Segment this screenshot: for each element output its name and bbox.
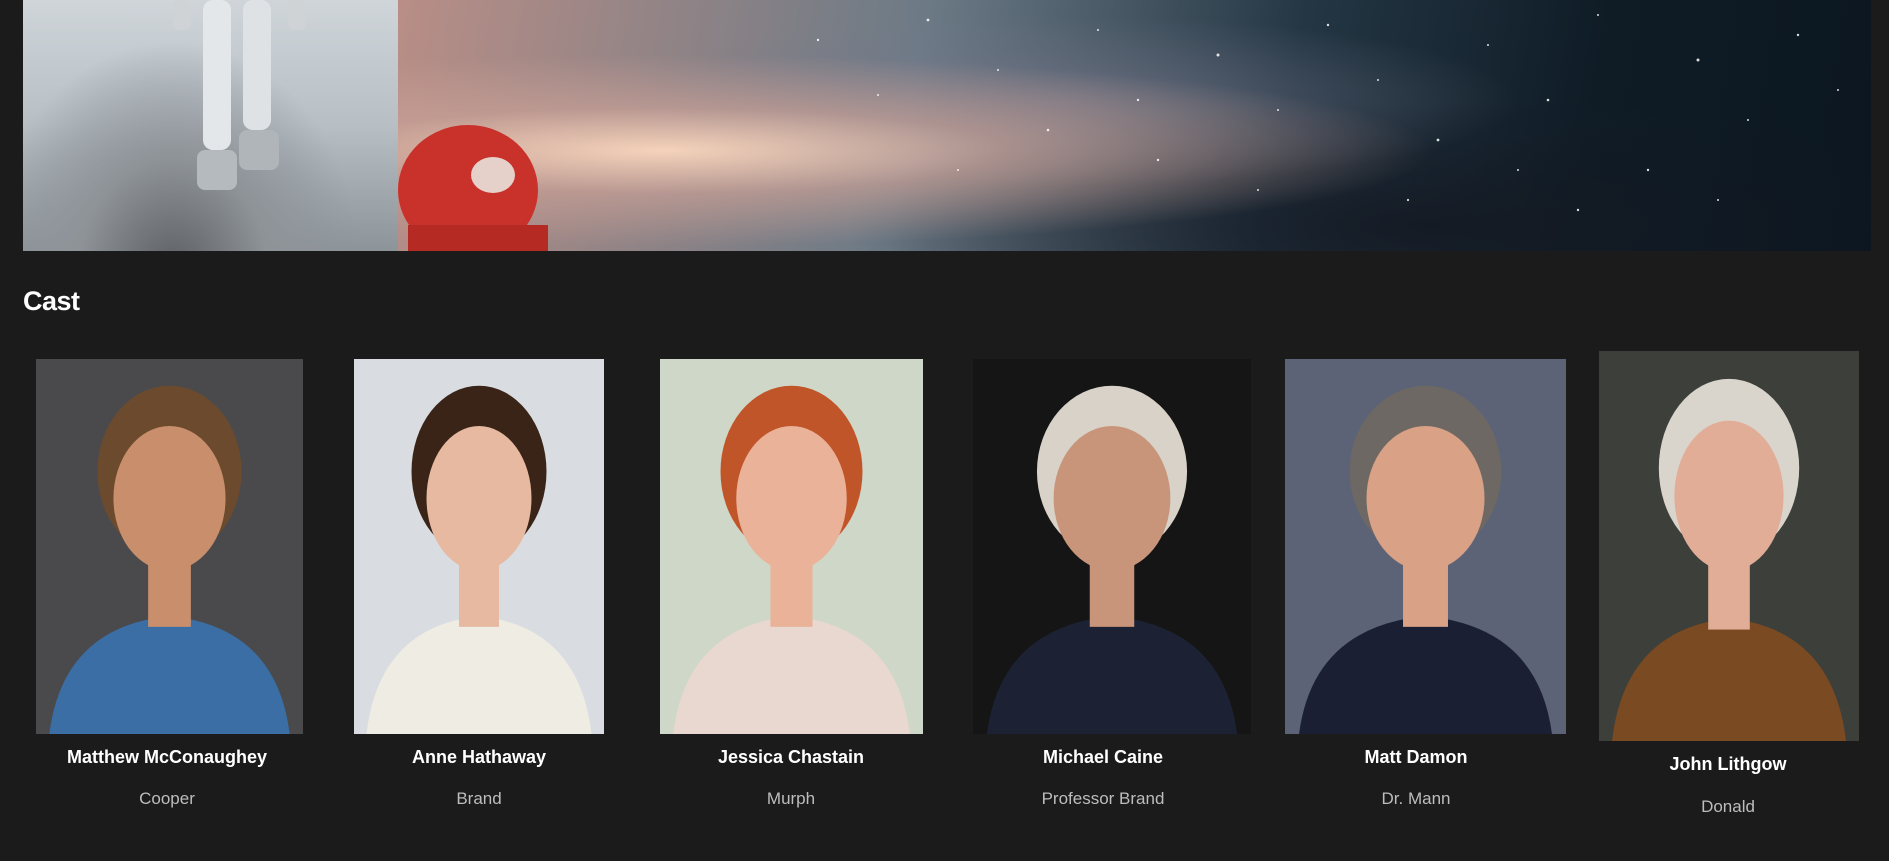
- portrait-photo-icon: [1599, 351, 1859, 741]
- astronaut-figure-icon: [173, 0, 306, 190]
- portrait-photo-icon: [1285, 359, 1566, 734]
- starfield-icon: [816, 14, 1839, 212]
- portrait-photo-icon: [973, 359, 1251, 734]
- character-name: Dr. Mann: [1381, 789, 1451, 808]
- hero-banner: [23, 0, 1871, 251]
- movie-detail-page: Cast Matthew McConaughey Cooper Anne Hat…: [0, 0, 1889, 861]
- actor-portrait[interactable]: [354, 359, 604, 734]
- actor-name[interactable]: John Lithgow: [1670, 754, 1787, 775]
- actor-portrait[interactable]: [660, 359, 923, 734]
- astronaut-helmet-icon: [398, 125, 548, 251]
- portrait-photo-icon: [354, 359, 604, 734]
- character-name: Cooper: [139, 789, 195, 808]
- actor-portrait[interactable]: [973, 359, 1251, 734]
- character-name: Professor Brand: [1041, 789, 1165, 808]
- character-name: Brand: [456, 789, 502, 808]
- actor-portrait[interactable]: [36, 359, 303, 734]
- character-name: Murph: [766, 789, 816, 808]
- actor-name[interactable]: Matt Damon: [1365, 747, 1468, 768]
- actor-portrait[interactable]: [1599, 351, 1859, 741]
- portrait-photo-icon: [660, 359, 923, 734]
- actor-name[interactable]: Jessica Chastain: [718, 747, 864, 768]
- actor-portrait[interactable]: [1285, 359, 1566, 734]
- character-name: Donald: [1701, 797, 1755, 816]
- poster-image-right: [398, 0, 1871, 251]
- actor-name[interactable]: Matthew McConaughey: [67, 747, 267, 768]
- cast-section-title: Cast: [23, 286, 80, 316]
- actor-name[interactable]: Anne Hathaway: [412, 747, 546, 768]
- actor-name[interactable]: Michael Caine: [1043, 747, 1163, 768]
- portrait-photo-icon: [36, 359, 303, 734]
- poster-image-left: [23, 0, 398, 251]
